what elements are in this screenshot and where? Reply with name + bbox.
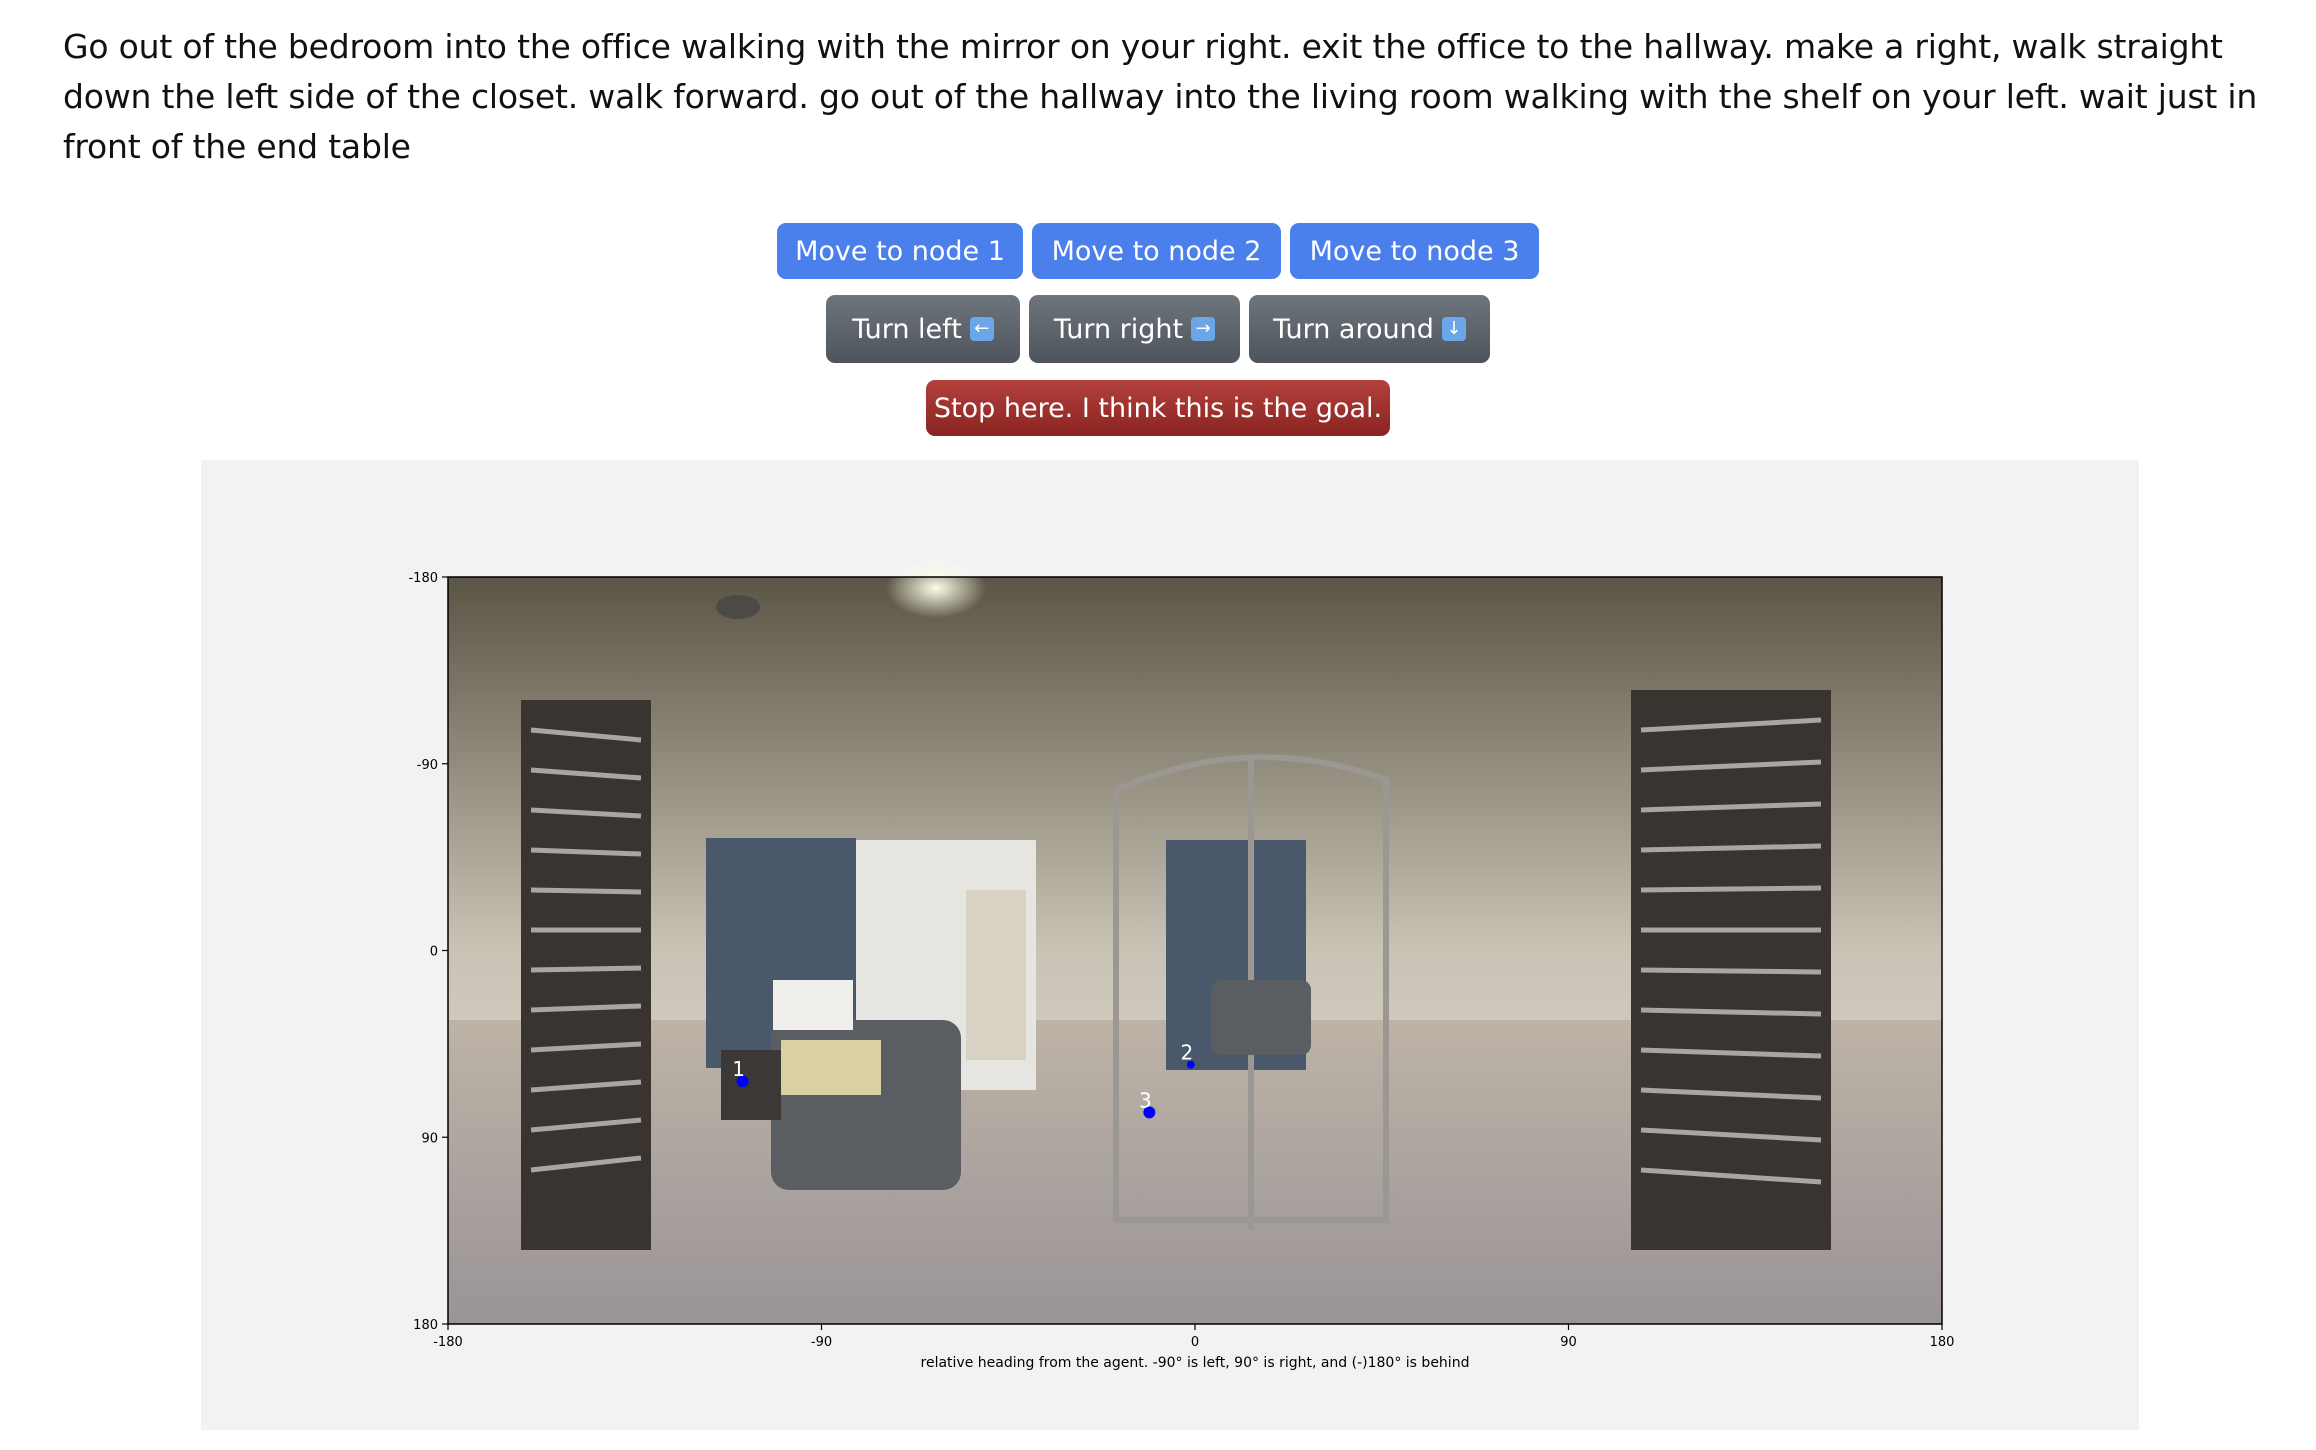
task-instruction: Go out of the bedroom into the office wa… [63,27,2258,166]
y-tick-label: 180 [413,1318,438,1333]
move-to-node-2-button[interactable]: Move to node 2 [1032,223,1281,279]
left-arrow-icon: ← [969,317,994,341]
y-tick-label: -180 [408,571,438,586]
stop-button-row: Stop here. I think this is the goal. [0,380,2316,436]
stop-here-button[interactable]: Stop here. I think this is the goal. [926,380,1390,436]
down-arrow-icon: ↓ [1441,317,1466,341]
y-tick-label: 0 [430,945,438,960]
turn-around-button[interactable]: Turn around ↓ [1249,295,1490,363]
x-tick-label: 180 [1930,1335,1955,1350]
y-axis-ticks: -180 -90 0 90 180 [408,571,448,1333]
move-to-node-1-button[interactable]: Move to node 1 [777,223,1023,279]
turn-right-button[interactable]: Turn right → [1029,295,1240,363]
panorama-plot-panel: -180 -90 0 90 180 -180 -90 0 90 180 1 2 3 relative… [201,460,2139,1430]
x-tick-label: 90 [1560,1335,1577,1350]
x-axis-label: relative heading from the agent. -90° is… [921,1355,1470,1371]
turn-left-button[interactable]: Turn left ← [826,295,1020,363]
x-tick-label: -180 [433,1335,463,1350]
y-tick-label: 90 [421,1131,438,1146]
right-arrow-icon: → [1191,317,1216,341]
turn-left-label: Turn left [852,313,962,345]
turn-around-label: Turn around [1273,313,1434,345]
panorama-plot: -180 -90 0 90 180 -180 -90 0 90 180 1 2 3 relative… [408,558,1954,1371]
y-tick-label: -90 [417,758,438,773]
node-marker-label: 1 [732,1057,745,1081]
node-marker-label: 2 [1180,1041,1193,1065]
move-buttons-row: Move to node 1 Move to node 2 Move to no… [0,223,2316,279]
move-to-node-3-button[interactable]: Move to node 3 [1290,223,1539,279]
turn-right-label: Turn right [1053,313,1184,345]
x-tick-label: -90 [811,1335,832,1350]
turn-buttons-row: Turn left ← Turn right → Turn around ↓ [0,295,2316,363]
x-tick-label: 0 [1191,1335,1199,1350]
x-axis-ticks: -180 -90 0 90 180 [433,1324,1954,1350]
panorama-photo [448,558,1942,1324]
node-marker-label: 3 [1139,1088,1152,1112]
